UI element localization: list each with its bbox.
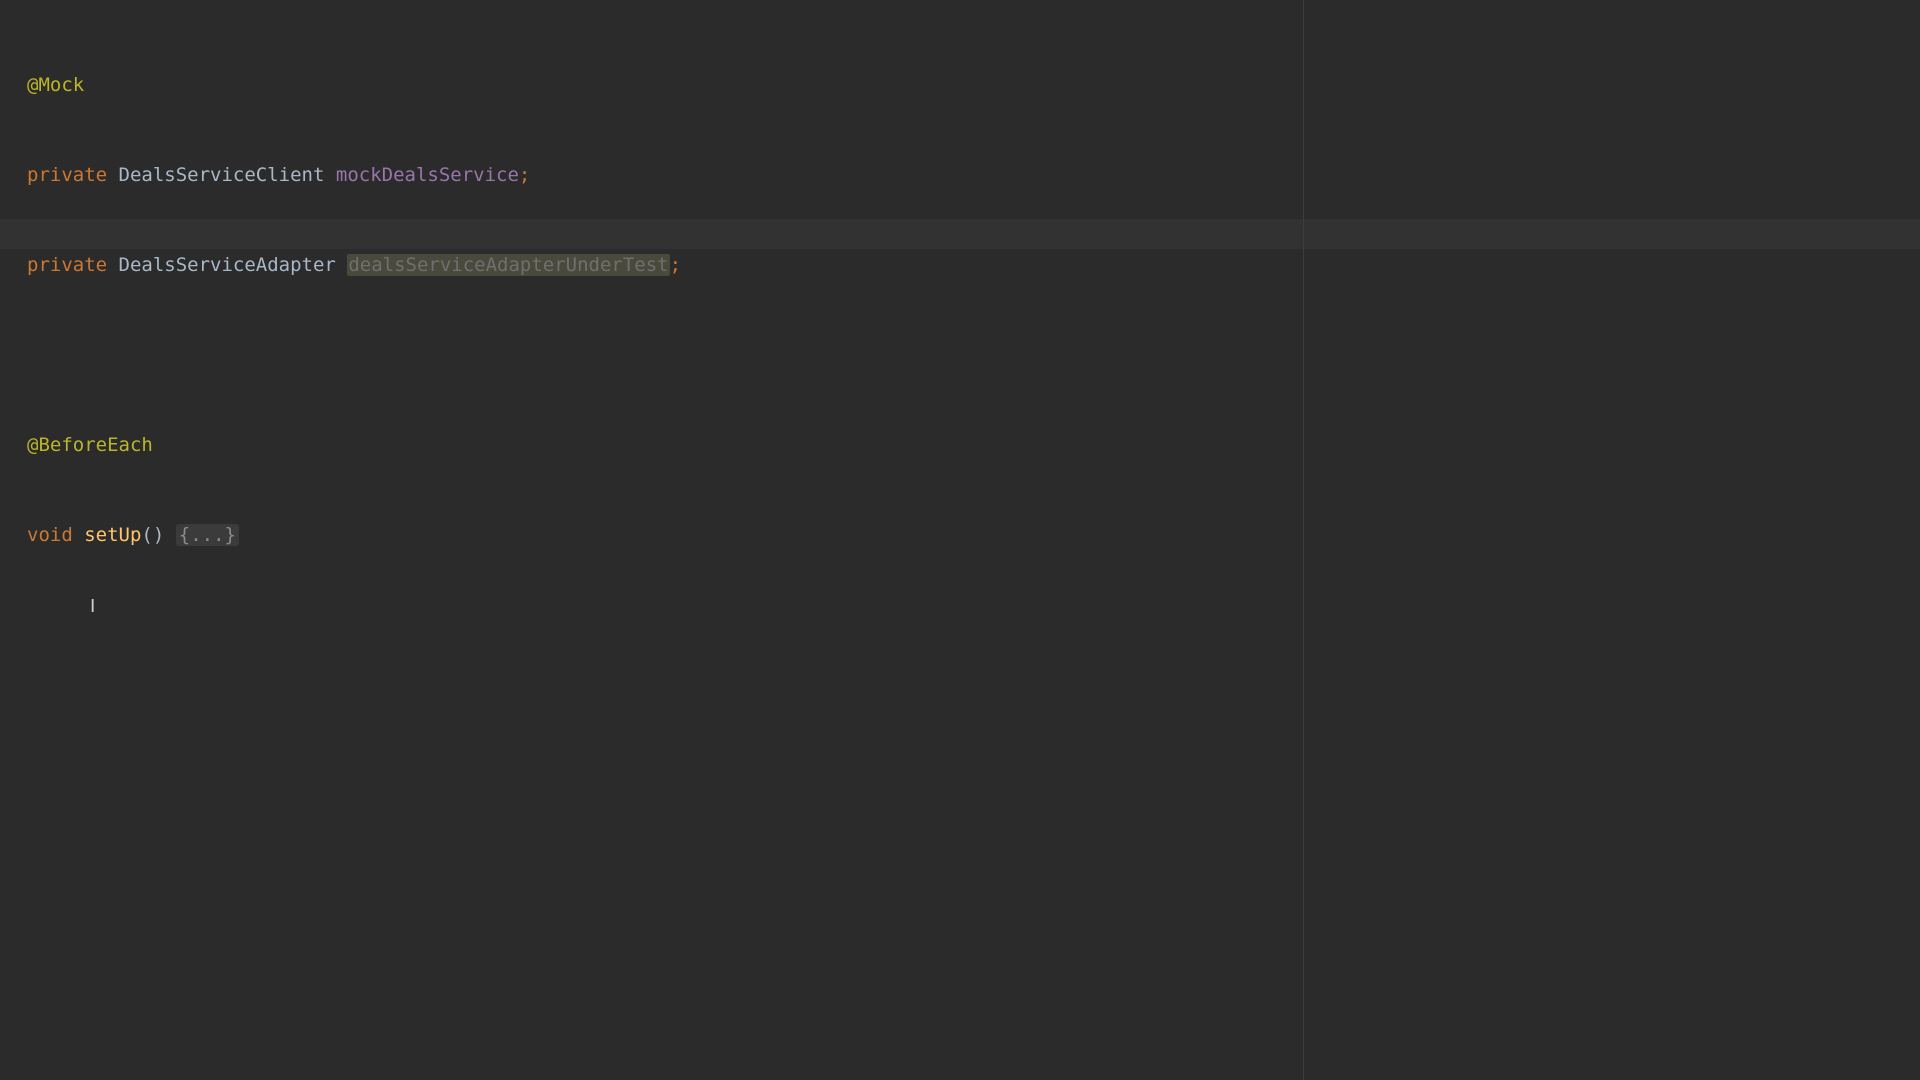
unused-field-name: dealsServiceAdapterUnderTest [347, 254, 670, 276]
private-keyword: private [27, 254, 108, 276]
method-parens: () [141, 524, 165, 546]
code-line-1: @Mock [27, 70, 681, 100]
code-line-5: @BeforeEach [27, 430, 681, 460]
type-name: DealsServiceAdapter [118, 254, 336, 276]
field-name: mockDealsService [335, 164, 519, 186]
type-name: DealsServiceClient [118, 164, 325, 186]
semicolon: ; [518, 164, 531, 186]
text-cursor-icon: I [90, 596, 96, 617]
code-line-4-empty [27, 340, 681, 370]
method-name: setUp [84, 524, 142, 546]
code-line-2: private DealsServiceClient mockDealsServ… [27, 160, 681, 190]
void-keyword: void [27, 524, 73, 546]
right-margin-guide [1303, 0, 1304, 1080]
code-editor[interactable]: @Mock private DealsServiceClient mockDea… [0, 0, 1920, 1080]
private-keyword: private [27, 164, 108, 186]
before-each-annotation: @BeforeEach [27, 434, 153, 456]
code-content[interactable]: @Mock private DealsServiceClient mockDea… [27, 10, 681, 610]
folded-code-block[interactable]: {...} [175, 524, 239, 546]
code-line-3: private DealsServiceAdapter dealsService… [27, 250, 681, 280]
code-line-6: void setUp() {...} [27, 520, 681, 550]
mock-annotation: @Mock [27, 74, 85, 96]
semicolon: ; [669, 254, 682, 276]
